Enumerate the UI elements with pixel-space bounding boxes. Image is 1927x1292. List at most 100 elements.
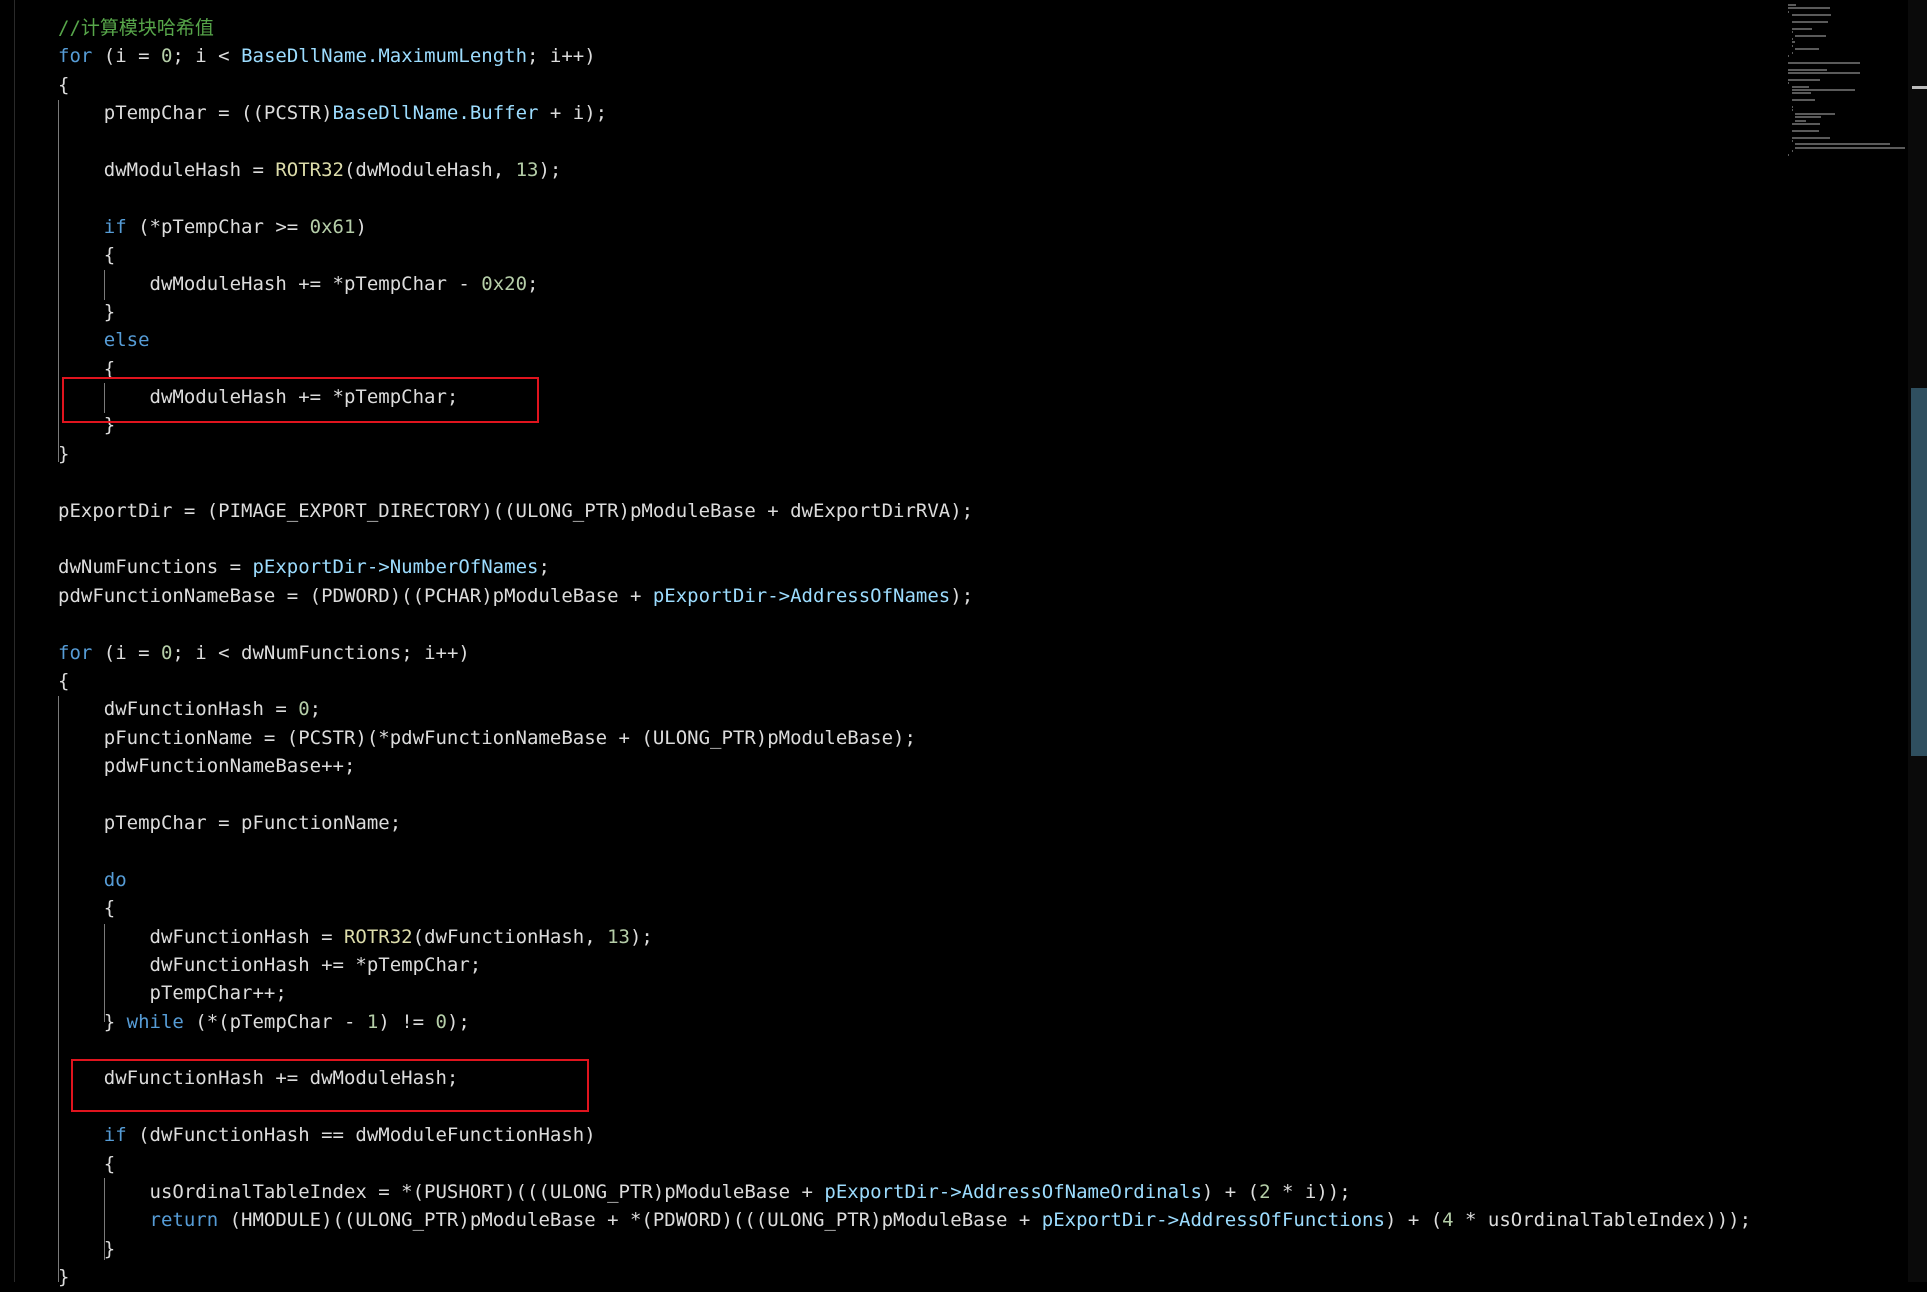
code-token: BaseDllName.Buffer [332,102,539,125]
code-line[interactable] [58,468,1751,496]
code-token: (*(pTempChar - [183,1010,367,1033]
code-token: 0 [298,698,310,721]
code-line[interactable]: pTempChar = ((PCSTR)BaseDllName.Buffer +… [58,99,1751,127]
code-token: ) [355,215,367,238]
code-token: } [58,1010,127,1033]
code-token: 13 [515,158,539,181]
code-line[interactable]: { [58,667,1751,695]
code-line[interactable]: { [58,894,1751,922]
minimap-row [1788,68,1827,71]
code-line[interactable]: do [58,866,1751,894]
minimap-row [1795,34,1826,37]
code-token: (*pTempChar >= [126,215,310,238]
code-line[interactable]: for (i = 0; i < dwNumFunctions; i++) [58,639,1751,667]
code-line[interactable]: dwNumFunctions = pExportDir->NumberOfNam… [58,553,1751,581]
minimap-row [1788,61,1860,64]
code-line[interactable]: dwFunctionHash = 0; [58,695,1751,723]
code-line[interactable]: pFunctionName = (PCSTR)(*pdwFunctionName… [58,724,1751,752]
code-line[interactable]: pdwFunctionNameBase++; [58,752,1751,780]
code-editor[interactable]: //计算模块哈希值 for (i = 0; i < BaseDllName.Max… [0,0,1908,1288]
code-line[interactable] [58,525,1751,553]
code-token: ); [629,925,653,948]
code-line[interactable]: { [58,241,1751,269]
code-token: dwModuleHash += *pTempChar - [58,272,482,295]
minimap-row [1795,112,1835,115]
code-token: 1 [366,1010,379,1033]
minimap-row [1788,7,1831,10]
code-line[interactable]: } [58,1235,1751,1263]
code-token: { [58,73,70,96]
code-line[interactable]: else [58,326,1751,354]
minimap-row [1791,38,1793,40]
code-token: ) + ( [1384,1209,1443,1232]
code-token: { [58,669,70,692]
code-token: for [58,45,93,68]
code-line[interactable]: } [58,440,1751,468]
code-token: ; [309,698,322,721]
code-token: (dwFunctionHash, [412,925,608,948]
minimap-row [1795,48,1820,51]
code-token: (dwFunctionHash == dwModuleFunctionHash) [126,1124,596,1147]
code-line[interactable] [58,128,1751,156]
code-line[interactable]: //计算模块哈希值 [58,14,1751,42]
minimap-row [1795,119,1806,122]
code-token: pFunctionName = (PCSTR)(*pdwFunctionName… [58,726,916,749]
code-token: } [58,300,116,323]
code-token: pdwFunctionNameBase = (PDWORD)((PCHAR)pM… [58,584,653,607]
code-line[interactable] [58,781,1751,809]
code-line[interactable]: usOrdinalTableIndex = *(PUSHORT)(((ULONG… [58,1178,1751,1206]
minimap-row [1795,116,1822,119]
minimap-row [1791,129,1820,132]
code-line[interactable]: dwModuleHash = ROTR32(dwModuleHash, 13); [58,156,1751,184]
code-line[interactable]: if (*pTempChar >= 0x61) [58,213,1751,241]
code-line[interactable]: dwModuleHash += *pTempChar - 0x20; [58,270,1751,298]
code-token: dwFunctionHash += *pTempChar; [58,953,482,976]
code-line[interactable]: dwFunctionHash = ROTR32(dwFunctionHash, … [58,923,1751,951]
code-line[interactable]: pdwFunctionNameBase = (PDWORD)((PCHAR)pM… [58,582,1751,610]
code-token: ; i < dwNumFunctions; i++) [172,641,470,664]
code-token: pdwFunctionNameBase++; [58,755,356,778]
code-line[interactable]: dwFunctionHash += *pTempChar; [58,951,1751,979]
code-token: (i = [92,45,161,68]
code-token: ); [446,1010,470,1033]
minimap-row [1791,140,1793,142]
code-token: 2 [1259,1181,1271,1204]
code-token: 13 [607,925,630,948]
code-line[interactable]: { [58,71,1751,99]
code-line[interactable] [58,837,1751,865]
code-token: BaseDllName.MaximumLength [241,45,528,68]
code-token: ; i < [172,45,242,68]
code-token: ; [538,556,550,579]
code-token: dwNumFunctions = [58,556,253,579]
code-line[interactable]: pExportDir = (PIMAGE_EXPORT_DIRECTORY)((… [58,497,1751,525]
vertical-scrollbar[interactable] [1908,0,1927,1282]
code-token: //计算模块哈希值 [58,17,214,39]
minimap-row [1788,78,1821,81]
code-token: 0x20 [481,272,528,295]
code-token: dwFunctionHash = [58,925,344,948]
code-line[interactable]: return (HMODULE)((ULONG_PTR)pModuleBase … [58,1206,1752,1234]
code-line[interactable]: } while (*(pTempChar - 1) != 0); [58,1008,1751,1036]
minimap-row [1791,51,1793,54]
minimap-row [1791,21,1828,23]
code-token: pExportDir->AddressOfNames [652,584,951,607]
code-line[interactable]: if (dwFunctionHash == dwModuleFunctionHa… [58,1121,1751,1149]
code-line[interactable]: { [58,1150,1751,1178]
code-token: * i)); [1270,1181,1351,1204]
minimap-row [1791,99,1815,102]
scrollbar-thumb[interactable] [1911,388,1927,756]
code-token: (i = [92,641,161,664]
code-line[interactable]: for (i = 0; i < BaseDllName.MaximumLengt… [58,42,1751,70]
code-line[interactable]: } [58,1263,1751,1291]
code-token: pExportDir->NumberOfNames [252,556,539,579]
code-line[interactable]: } [58,298,1751,326]
code-line[interactable] [58,610,1751,638]
code-line[interactable] [58,184,1751,212]
code-token: pExportDir->AddressOfNameOrdinals [824,1181,1202,1204]
code-line[interactable]: pTempChar++; [58,979,1751,1007]
code-token: 0x61 [309,215,356,238]
minimap-row [1791,89,1856,91]
minimap[interactable] [1788,0,1906,200]
code-line[interactable]: pTempChar = pFunctionName; [58,809,1751,837]
code-token: pTempChar = pFunctionName; [58,811,402,834]
